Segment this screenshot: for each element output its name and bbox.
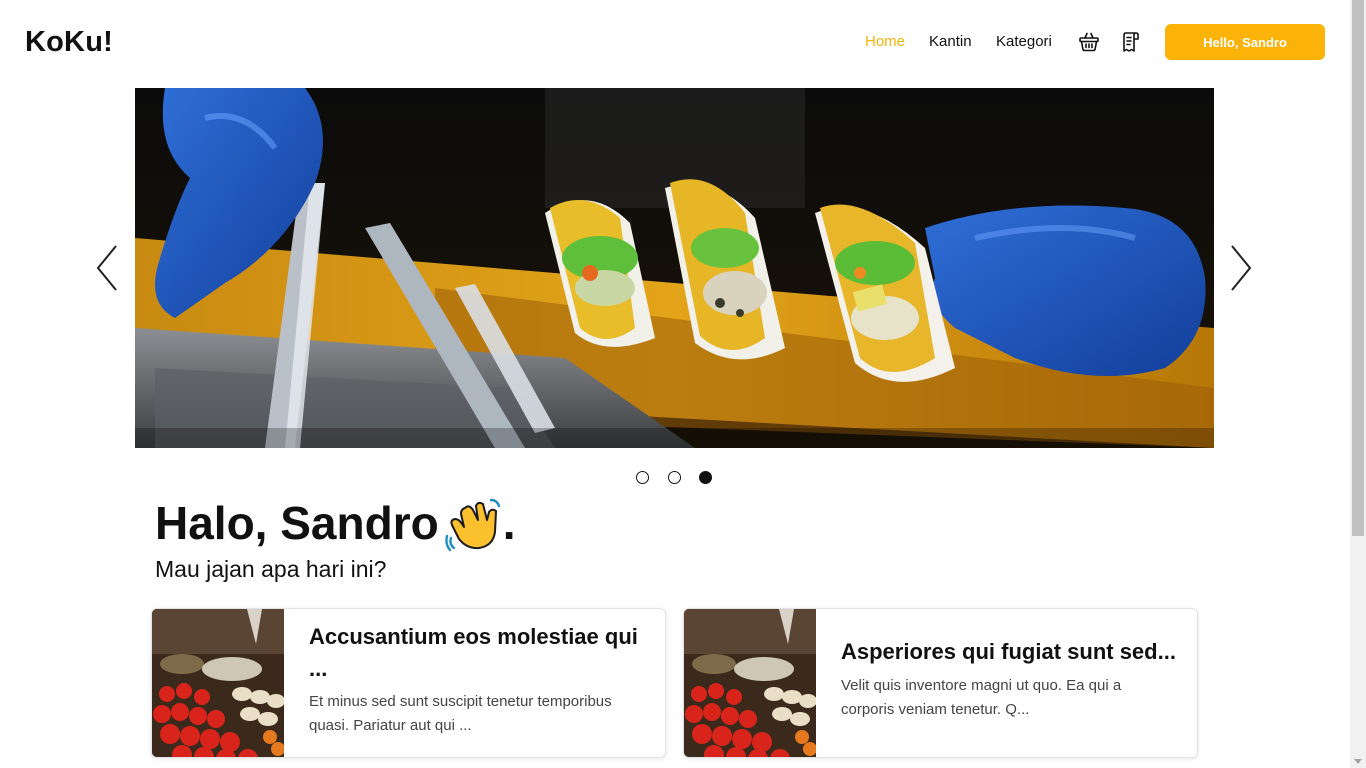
greeting-punctuation: . xyxy=(502,497,516,549)
chevron-left-icon[interactable] xyxy=(94,242,120,294)
greeting-subtitle: Mau jajan apa hari ini? xyxy=(155,556,387,582)
page-scrollbar[interactable] xyxy=(1350,0,1366,768)
menu-card[interactable]: Asperiores qui fugiat sunt sed... Velit … xyxy=(683,608,1198,758)
brand-logo[interactable]: KoKu! xyxy=(25,26,113,59)
user-greeting-button[interactable]: Hello, Sandro xyxy=(1165,24,1325,60)
card-title: Accusantium eos molestiae qui ... xyxy=(309,624,638,681)
card-title: Asperiores qui fugiat sunt sed... xyxy=(841,639,1176,664)
carousel-image xyxy=(135,88,1214,448)
nav-kategori[interactable]: Kategori xyxy=(996,33,1052,50)
receipt-icon[interactable] xyxy=(1120,30,1144,54)
waving-hand-icon xyxy=(444,494,503,552)
card-description: Et minus sed sunt suscipit tenetur tempo… xyxy=(309,693,612,734)
basket-icon[interactable] xyxy=(1077,30,1101,54)
scrollbar-thumb[interactable] xyxy=(1352,0,1364,536)
menu-card[interactable]: Accusantium eos molestiae qui ... Et min… xyxy=(151,608,666,758)
nav-kantin[interactable]: Kantin xyxy=(929,33,972,50)
card-image xyxy=(684,609,816,757)
navbar: KoKu! Home Kantin Kategori Hello, Sandro xyxy=(0,0,1350,86)
card-description: Velit quis inventore magni ut quo. Ea qu… xyxy=(841,677,1122,718)
scroll-down-arrow-icon[interactable] xyxy=(1354,759,1362,764)
greeting-heading: Halo, Sandro . xyxy=(155,494,516,552)
chevron-right-icon[interactable] xyxy=(1228,242,1254,294)
nav-home[interactable]: Home xyxy=(865,33,905,50)
carousel-dot-1[interactable] xyxy=(636,471,649,484)
greeting-title: Halo, Sandro xyxy=(155,497,439,549)
card-image xyxy=(152,609,284,757)
carousel-dot-3[interactable] xyxy=(699,471,712,484)
carousel-dot-2[interactable] xyxy=(668,471,681,484)
